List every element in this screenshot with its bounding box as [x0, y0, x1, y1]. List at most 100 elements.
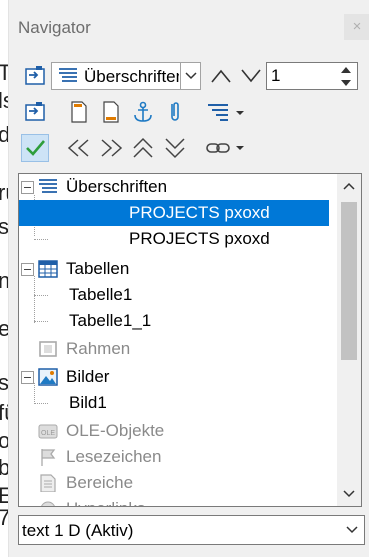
- tree-label: OLE-Objekte: [66, 421, 165, 440]
- reminder-button[interactable]: [161, 98, 189, 126]
- navigate-by-select[interactable]: Überschriften: [51, 62, 201, 90]
- demote-chapter-button[interactable]: [97, 134, 125, 162]
- navigate-by-value: Überschriften: [84, 67, 179, 86]
- triangle-down-icon: [341, 79, 351, 86]
- tree-category-images[interactable]: Bilder: [19, 364, 329, 390]
- bg-fragment: d: [0, 122, 8, 147]
- tree-category-tables[interactable]: Tabellen: [19, 256, 329, 282]
- panel-titlebar: Navigator ×: [9, 10, 369, 46]
- checkmark-icon: [26, 140, 45, 156]
- bg-fragment: fü: [0, 400, 8, 425]
- spin-down-button[interactable]: [335, 76, 357, 89]
- headings-icon: [39, 179, 57, 193]
- tree-label: Bereiche: [66, 473, 134, 492]
- scroll-down-button[interactable]: [337, 482, 361, 506]
- tree-label: Bild1: [69, 393, 107, 412]
- reminder-icon: [171, 102, 179, 121]
- scroll-up-button[interactable]: [337, 174, 361, 198]
- promote-level-icon: [133, 137, 153, 158]
- page-number-spinner[interactable]: 1: [266, 62, 358, 90]
- heading-list-icon: [58, 67, 78, 85]
- close-button[interactable]: ×: [344, 14, 369, 40]
- drag-mode-dropdown[interactable]: [201, 134, 251, 162]
- tree-label: Tabellen: [66, 259, 130, 278]
- tree-label: Rahmen: [66, 339, 131, 358]
- tree-item-heading[interactable]: PROJECTS pxoxd: [19, 200, 329, 226]
- spin-up-button[interactable]: [335, 63, 357, 76]
- outline-level-icon: [208, 104, 244, 121]
- tree-item-table[interactable]: Tabelle1: [19, 282, 329, 308]
- collapse-toggle[interactable]: [21, 263, 34, 276]
- toggle-navigation-icon: [25, 66, 45, 85]
- svg-text:OLE: OLE: [41, 430, 55, 437]
- tree-category-bookmarks[interactable]: Lesezeichen: [19, 444, 329, 470]
- tree-scrollbar[interactable]: [337, 174, 361, 506]
- tree-label: Tabelle1: [69, 285, 133, 304]
- header-button[interactable]: [65, 98, 93, 126]
- tree-category-frames[interactable]: Rahmen: [19, 336, 329, 362]
- demote-level-icon: [165, 138, 185, 159]
- content-tree[interactable]: Überschriften PROJECTS pxoxd PROJECTS px…: [18, 173, 362, 507]
- bg-fragment: s: [0, 370, 8, 395]
- next-button[interactable]: [237, 62, 265, 90]
- previous-button[interactable]: [207, 62, 235, 90]
- tree-category-ole-objects[interactable]: OLE OLE-Objekte: [19, 418, 329, 444]
- toggle-navigation-button[interactable]: [21, 62, 49, 90]
- next-icon: [241, 69, 261, 83]
- tree-category-hyperlinks[interactable]: Hyperlinks: [19, 496, 329, 506]
- tree-label: Bilder: [66, 367, 110, 386]
- collapse-toggle[interactable]: [21, 181, 34, 194]
- tree-label: Lesezeichen: [66, 447, 162, 466]
- hyperlink-icon: [41, 501, 55, 506]
- tree-category-headings[interactable]: Überschriften: [19, 174, 329, 200]
- demote-chapter-icon: [101, 139, 123, 157]
- chevron-up-icon: [343, 182, 355, 190]
- navigate-by-dropdown[interactable]: [180, 63, 200, 89]
- tree-category-sections[interactable]: Bereiche: [19, 470, 329, 496]
- hyperlink-icon: [206, 143, 244, 153]
- footer-icon: [103, 101, 119, 123]
- drag-mode-icon: [25, 102, 45, 121]
- bg-fragment: b: [0, 455, 8, 480]
- outline-level-button[interactable]: [201, 98, 251, 126]
- previous-icon: [211, 69, 231, 83]
- table-icon: [38, 260, 58, 278]
- scroll-thumb[interactable]: [341, 202, 357, 360]
- image-icon: [38, 368, 58, 386]
- bg-fragment: n: [0, 268, 8, 293]
- promote-level-button[interactable]: [129, 134, 157, 162]
- anchor-button[interactable]: [129, 98, 157, 126]
- bg-fragment: s: [0, 214, 8, 239]
- tree-label: PROJECTS pxoxd: [129, 203, 270, 222]
- triangle-up-icon: [341, 66, 351, 73]
- bg-fragment: o: [0, 428, 8, 453]
- bg-fragment: 7: [0, 505, 8, 530]
- ole-icon: OLE: [38, 424, 58, 439]
- demote-level-button[interactable]: [161, 134, 189, 162]
- drag-mode-button[interactable]: [21, 98, 49, 126]
- tree-item-heading[interactable]: PROJECTS pxoxd: [19, 226, 329, 252]
- tree-item-table[interactable]: Tabelle1_1: [19, 308, 329, 334]
- bookmark-icon: [41, 449, 56, 466]
- panel-title: Navigator: [18, 18, 91, 37]
- bg-fragment: e: [0, 316, 8, 341]
- document-select-dropdown[interactable]: [340, 516, 364, 544]
- chevron-down-icon: [346, 526, 358, 534]
- tree-label: Überschriften: [66, 177, 168, 196]
- chevron-down-icon: [184, 72, 197, 80]
- footer-button[interactable]: [97, 98, 125, 126]
- bg-fragment: ru: [0, 180, 8, 205]
- promote-chapter-button[interactable]: [65, 134, 93, 162]
- collapse-toggle[interactable]: [21, 371, 34, 384]
- anchor-icon: [134, 101, 152, 122]
- page-number-value: 1: [271, 66, 281, 85]
- header-icon: [71, 101, 87, 123]
- tree-item-image[interactable]: Bild1: [19, 390, 329, 416]
- bg-fragment: ls: [0, 88, 8, 113]
- navigator-panel: Navigator × Überschriften 1 Überschrifte…: [8, 0, 369, 557]
- document-select[interactable]: text 1 D (Aktiv): [18, 515, 365, 545]
- document-select-value: text 1 D (Aktiv): [22, 521, 134, 540]
- tree-label: Tabelle1_1: [69, 311, 152, 330]
- tree-label: PROJECTS pxoxd: [129, 229, 270, 248]
- content-view-button[interactable]: [21, 134, 49, 162]
